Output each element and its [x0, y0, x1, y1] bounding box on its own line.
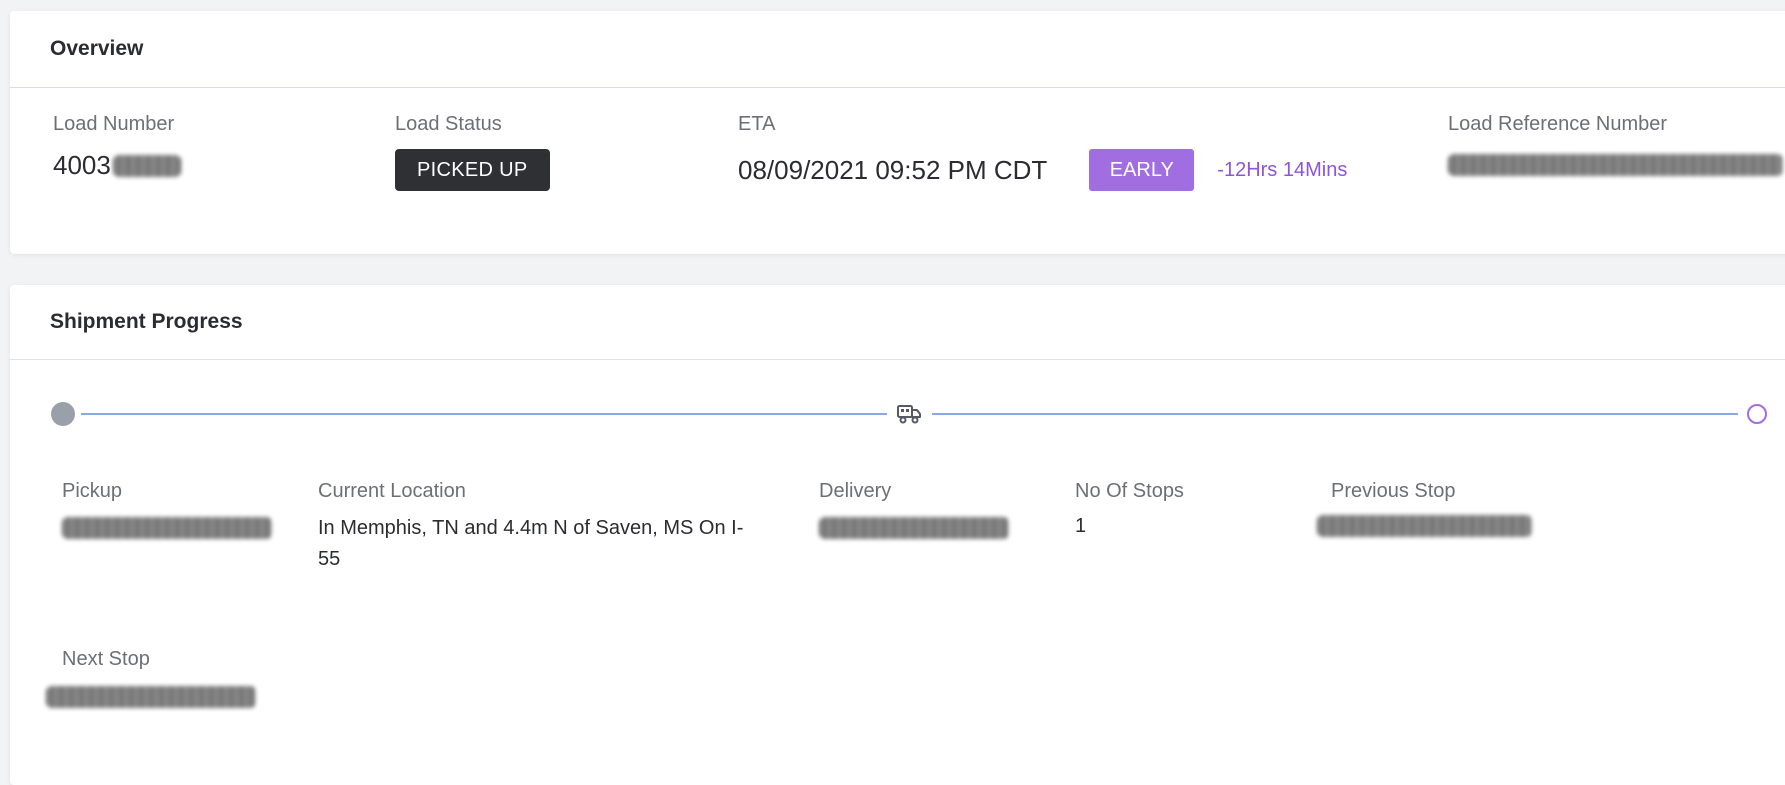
load-number-value: 4003: [53, 150, 181, 181]
pickup-marker-dot: [51, 402, 75, 426]
redacted-load-reference: [1448, 154, 1783, 176]
pickup-label: Pickup: [62, 480, 123, 502]
previous-stop-field: Previous Stop: [1317, 480, 1532, 542]
delivery-label: Delivery: [819, 480, 892, 502]
current-location-field: Current Location In Memphis, TN and 4.4m…: [318, 480, 758, 575]
shipment-progress-title: Shipment Progress: [10, 285, 1785, 360]
current-location-value: In Memphis, TN and 4.4m N of Saven, MS O…: [318, 517, 744, 570]
stops-field: No Of Stops 1: [1075, 480, 1184, 538]
next-stop-field: Next Stop: [46, 648, 256, 713]
progress-line-remaining: [932, 413, 1738, 415]
load-status-field: Load Status PICKED UP: [395, 113, 550, 191]
progress-line-completed: [81, 413, 887, 415]
load-status-label: Load Status: [395, 113, 502, 135]
load-number-field: Load Number 4003: [53, 113, 181, 181]
redacted-pickup: [62, 517, 272, 539]
redacted-load-number: [112, 154, 181, 177]
delivery-field: Delivery: [819, 480, 1009, 544]
overview-card: Overview Load Number 4003 Load Status PI…: [10, 11, 1785, 254]
eta-delta: -12Hrs 14Mins: [1217, 158, 1348, 181]
previous-stop-label: Previous Stop: [1331, 480, 1456, 502]
eta-value: 08/09/2021 09:52 PM CDT: [738, 154, 1048, 185]
load-reference-label: Load Reference Number: [1448, 113, 1668, 135]
eta-label: ETA: [738, 113, 776, 135]
delivery-marker-dot: [1747, 404, 1767, 424]
current-location-label: Current Location: [318, 480, 466, 502]
redacted-next-stop: [46, 686, 256, 708]
truck-icon: [896, 402, 922, 426]
eta-early-badge: EARLY: [1089, 149, 1195, 191]
load-reference-field: Load Reference Number: [1448, 113, 1783, 181]
load-number-label: Load Number: [53, 113, 175, 135]
load-number-prefix: 4003: [53, 150, 111, 180]
next-stop-label: Next Stop: [62, 648, 150, 670]
overview-title: Overview: [10, 11, 1785, 88]
eta-field: ETA 08/09/2021 09:52 PM CDT EARLY -12Hrs…: [738, 113, 1347, 191]
redacted-delivery: [819, 517, 1009, 539]
redacted-previous-stop: [1317, 515, 1532, 537]
load-status-badge: PICKED UP: [395, 149, 550, 191]
stops-label: No Of Stops: [1075, 480, 1184, 502]
stops-value: 1: [1075, 515, 1087, 537]
pickup-field: Pickup: [62, 480, 272, 544]
